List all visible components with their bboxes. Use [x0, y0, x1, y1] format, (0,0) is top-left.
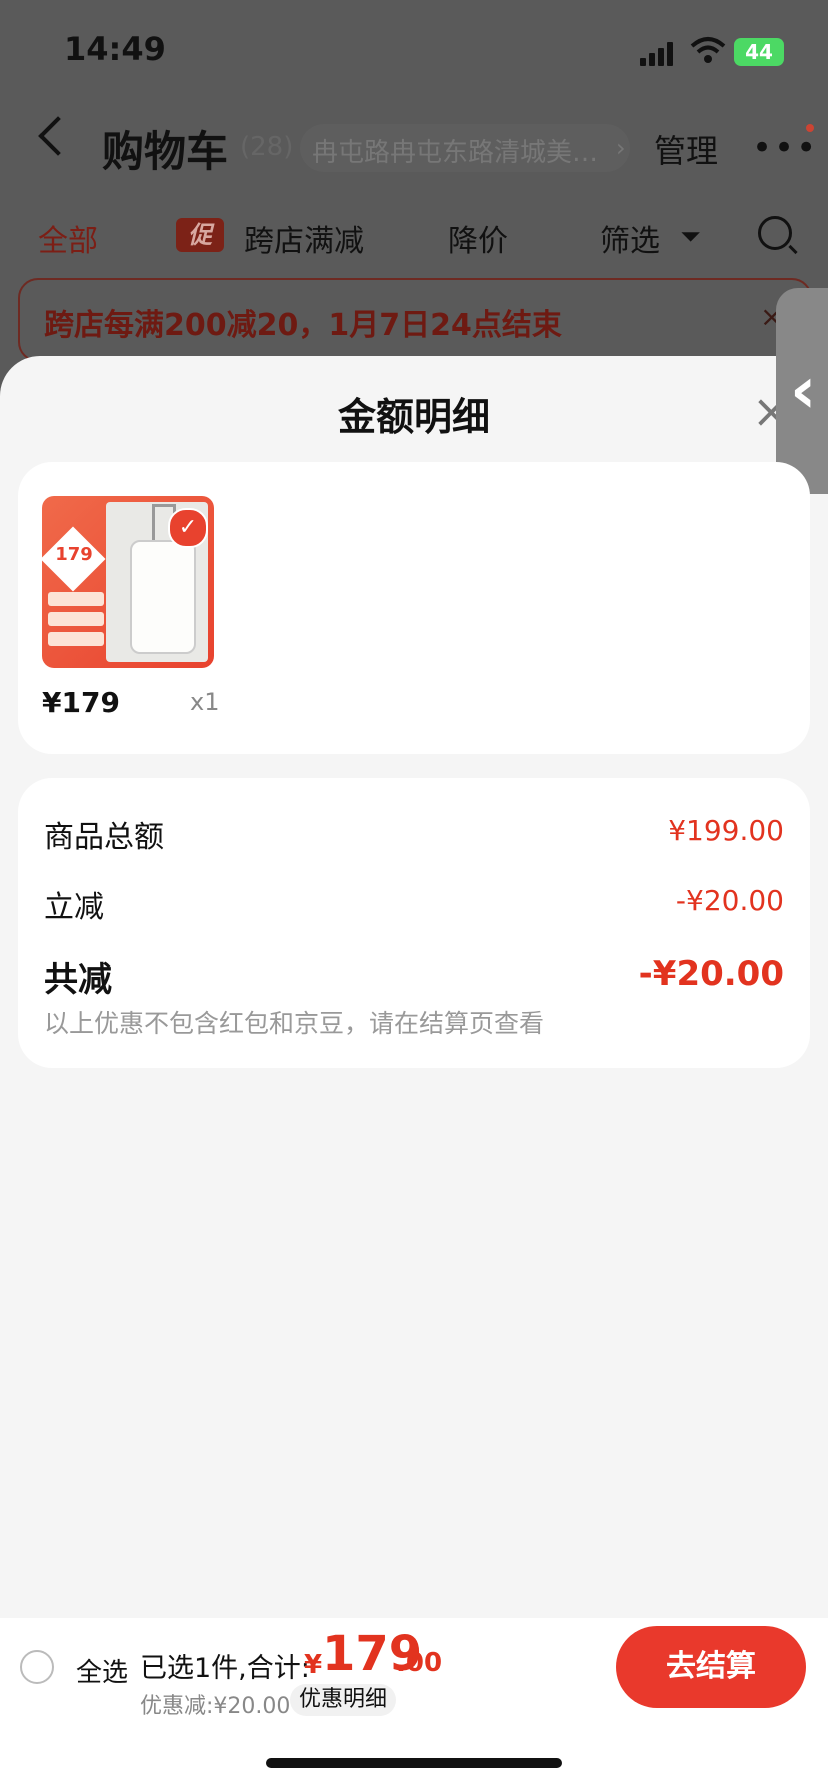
- item-price: ¥179: [42, 686, 120, 719]
- discount-detail-button[interactable]: 优惠明细: [290, 1684, 396, 1716]
- battery-icon: 44: [734, 38, 784, 66]
- selected-summary: 已选1件,合计:: [140, 1653, 310, 1684]
- row-value-subtotal: ¥199.00: [668, 814, 784, 847]
- page-title: 购物车: [102, 127, 229, 176]
- discount-amount: 优惠减:¥20.00: [140, 1694, 291, 1719]
- tab-filter[interactable]: 筛选: [600, 216, 660, 260]
- check-icon: ✓: [168, 508, 208, 548]
- row-value-instant-discount: -¥20.00: [675, 884, 784, 917]
- filter-icon[interactable]: ⏷: [680, 222, 701, 253]
- tab-all[interactable]: 全部: [38, 216, 98, 260]
- item-quantity: x1: [190, 688, 220, 716]
- chevron-right-icon: ›: [616, 134, 626, 162]
- tab-price-drop[interactable]: 降价: [448, 216, 508, 260]
- total-discount-label: 共减: [44, 960, 112, 1000]
- wifi-icon: [690, 36, 726, 64]
- back-icon[interactable]: [38, 116, 78, 156]
- select-all-checkbox[interactable]: [20, 1650, 54, 1684]
- promo-badge: 促: [176, 218, 224, 252]
- manage-button[interactable]: 管理: [654, 126, 718, 172]
- row-label-instant-discount: 立减: [44, 890, 104, 925]
- total-currency: ¥: [304, 1650, 323, 1680]
- address-text[interactable]: 冉屯路冉屯东路清城美…: [312, 132, 598, 169]
- thumbnail-price: 179: [55, 544, 93, 565]
- cart-count: (28): [240, 132, 294, 162]
- tab-cross-store[interactable]: 跨店满减: [244, 216, 364, 260]
- chevron-left-icon: ‹: [790, 354, 817, 428]
- search-icon[interactable]: [758, 216, 792, 250]
- total-decimal: .00: [396, 1648, 443, 1678]
- status-time: 14:49: [64, 30, 166, 68]
- checkout-button[interactable]: 去结算: [616, 1626, 806, 1708]
- total-discount-value: -¥20.00: [638, 954, 784, 994]
- more-icon[interactable]: •••: [752, 128, 818, 168]
- sheet-title: 金额明细: [337, 395, 490, 439]
- promo-banner-text: 跨店每满200减20，1月7日24点结束: [44, 308, 562, 343]
- discount-note: 以上优惠不包含红包和京豆，请在结算页查看: [44, 1009, 545, 1038]
- select-all-label[interactable]: 全选: [76, 1652, 128, 1689]
- row-label-subtotal: 商品总额: [44, 820, 164, 855]
- signal-icon: [640, 42, 676, 66]
- notification-dot: [806, 124, 814, 132]
- home-indicator[interactable]: [266, 1758, 562, 1768]
